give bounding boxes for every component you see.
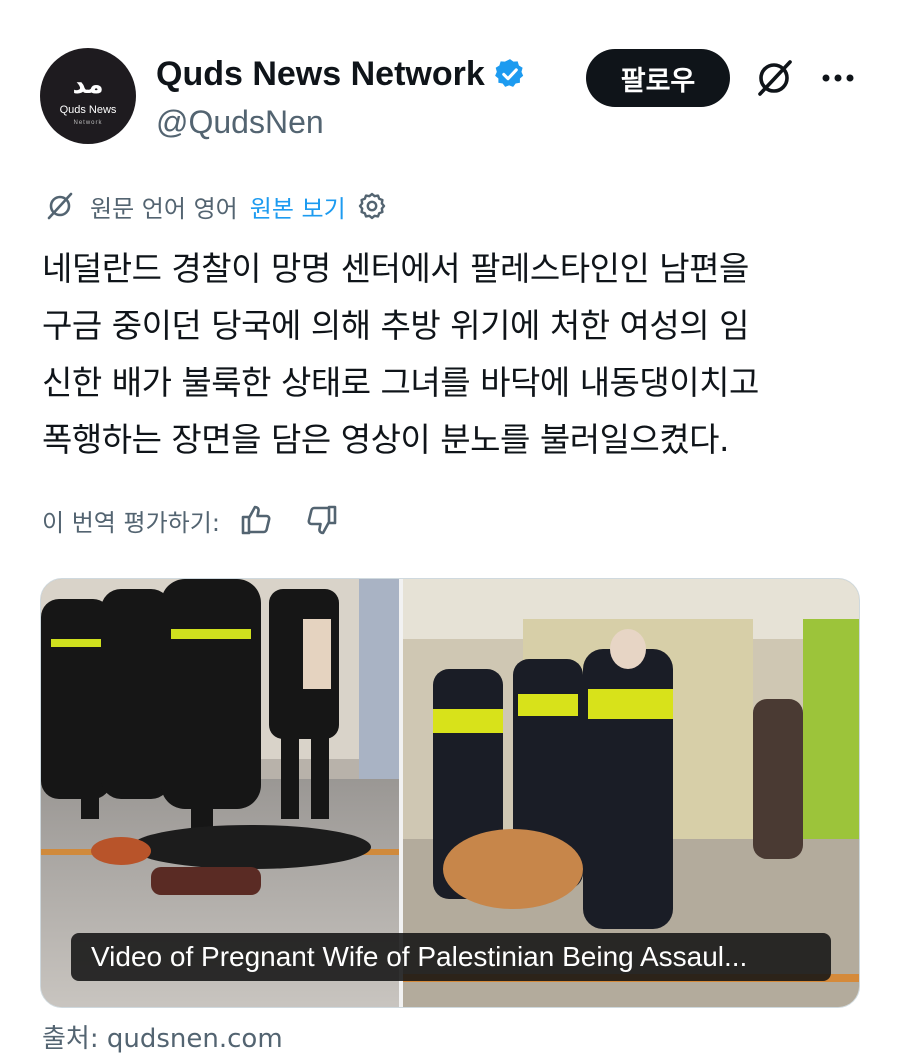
grok-translate-icon — [47, 192, 73, 220]
gear-icon[interactable] — [356, 190, 388, 222]
grok-icon[interactable] — [752, 56, 796, 100]
avatar-subtitle: Quds News — [59, 104, 117, 116]
tweet-line: 신한 배가 불룩한 상태로 그녀를 바닥에 내동댕이치고 — [42, 363, 759, 402]
tweet-line: 폭행하는 장면을 담은 영상이 분노를 불러일으켰다. — [42, 420, 730, 459]
rating-label: 이 번역 평가하기: — [42, 508, 220, 537]
tweet-body: 네덜란드 경찰이 망명 센터에서 팔레스타인인 남편을 구금 중이던 당국에 의… — [42, 240, 872, 468]
thumbs-down-icon[interactable] — [304, 502, 340, 538]
tweet-header: ﻣﺪ Quds News Network Quds News Network @… — [0, 0, 900, 170]
tweet-line: 네덜란드 경찰이 망명 센터에서 팔레스타인인 남편을 — [42, 249, 749, 288]
more-options-icon[interactable] — [818, 60, 858, 96]
video-thumbnail[interactable]: Video of Pregnant Wife of Palestinian Be… — [40, 578, 860, 1008]
translation-bar: 원문 언어 영어 원본 보기 — [44, 186, 388, 226]
display-name[interactable]: Quds News Network — [156, 55, 485, 94]
tweet-line: 구금 중이던 당국에 의해 추방 위기에 처한 여성의 임 — [42, 306, 749, 345]
verified-badge-icon — [494, 59, 523, 87]
follow-button[interactable]: 팔로우 — [586, 49, 730, 107]
thumbs-up-icon[interactable] — [238, 502, 274, 538]
view-original-link[interactable]: 원본 보기 — [250, 189, 346, 224]
video-caption: Video of Pregnant Wife of Palestinian Be… — [71, 933, 831, 981]
translation-info: 원문 언어 영어 — [90, 194, 238, 223]
name-row: Quds News Network — [156, 54, 527, 94]
avatar-tiny-text: Network — [73, 120, 103, 126]
account-handle[interactable]: @QudsNen — [156, 104, 324, 141]
translation-rating: 이 번역 평가하기: — [42, 498, 340, 542]
avatar[interactable]: ﻣﺪ Quds News Network — [40, 48, 136, 144]
source-attribution[interactable]: 출처: qudsnen.com — [42, 1018, 283, 1053]
avatar-logo: ﻣﺪ — [72, 70, 104, 100]
